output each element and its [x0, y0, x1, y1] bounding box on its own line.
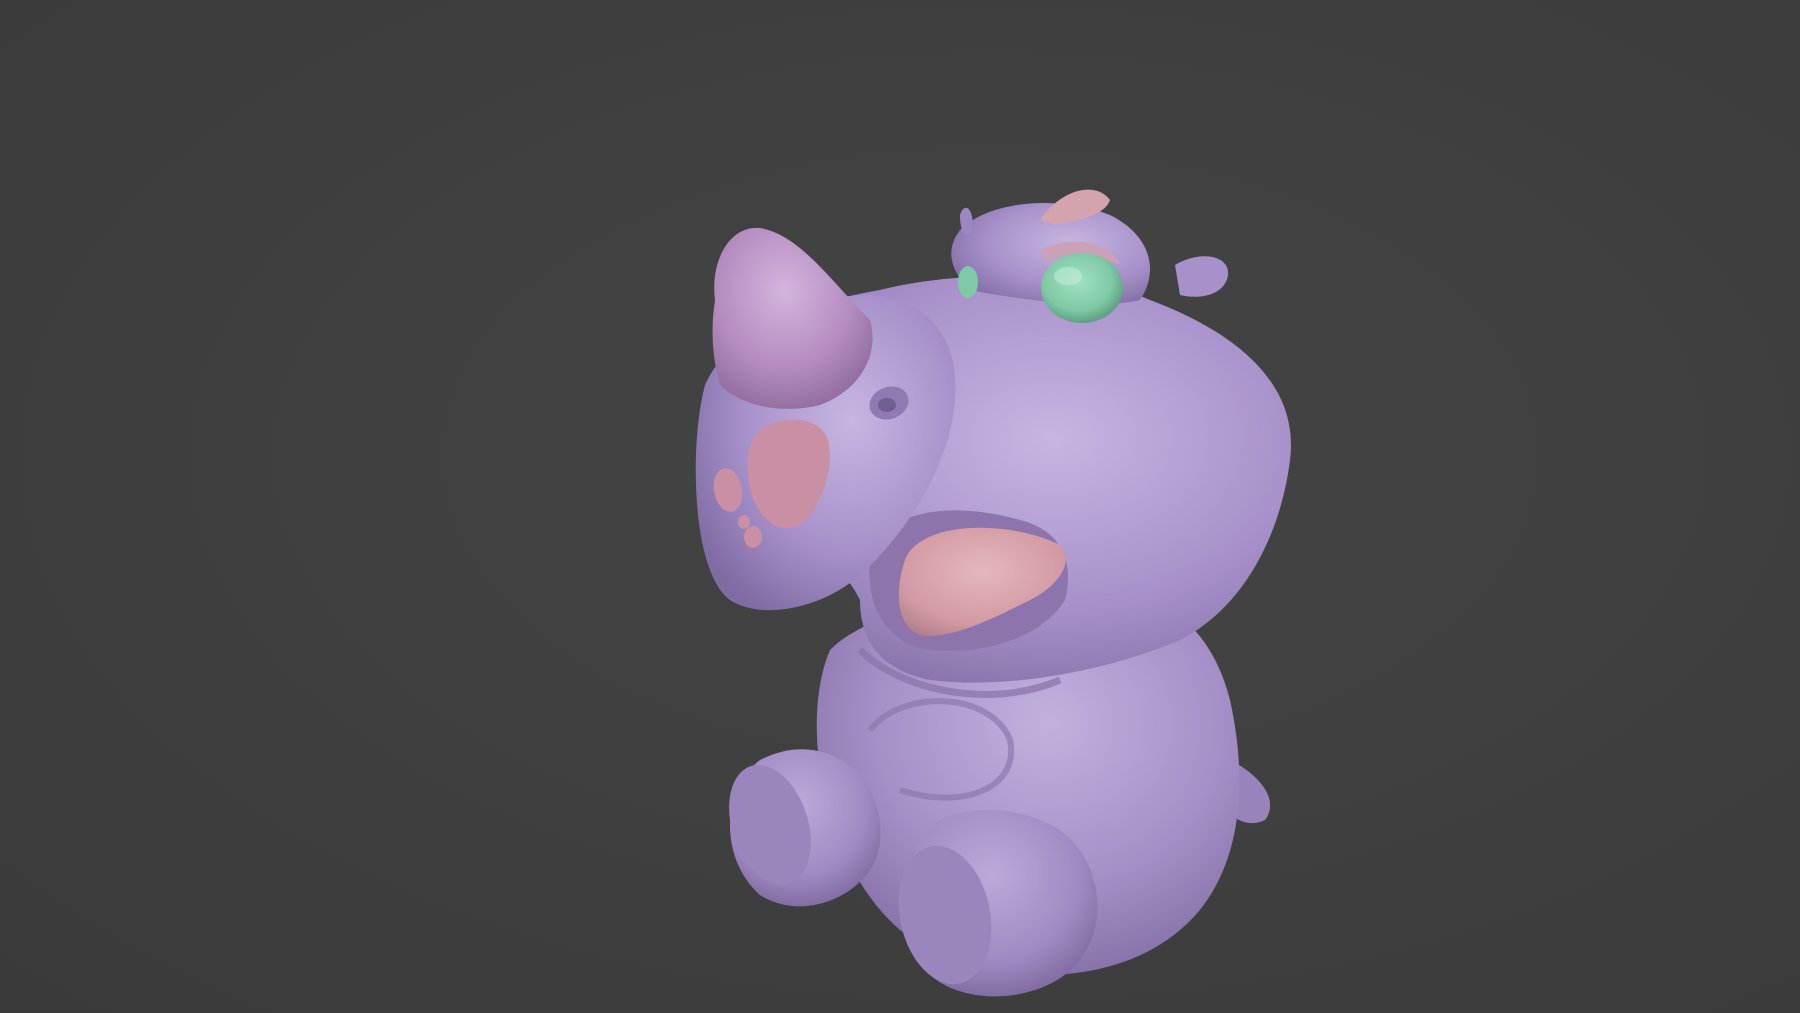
rhino-model	[695, 189, 1291, 997]
eye	[1041, 253, 1123, 323]
eye-highlight	[1054, 267, 1082, 285]
nostril-hole	[878, 398, 896, 412]
horn	[712, 227, 873, 409]
3d-viewport[interactable]	[0, 0, 1800, 1013]
spot-small	[744, 526, 762, 548]
far-eye	[958, 266, 978, 298]
spot-tiny	[738, 515, 750, 529]
right-ear	[1175, 256, 1229, 297]
